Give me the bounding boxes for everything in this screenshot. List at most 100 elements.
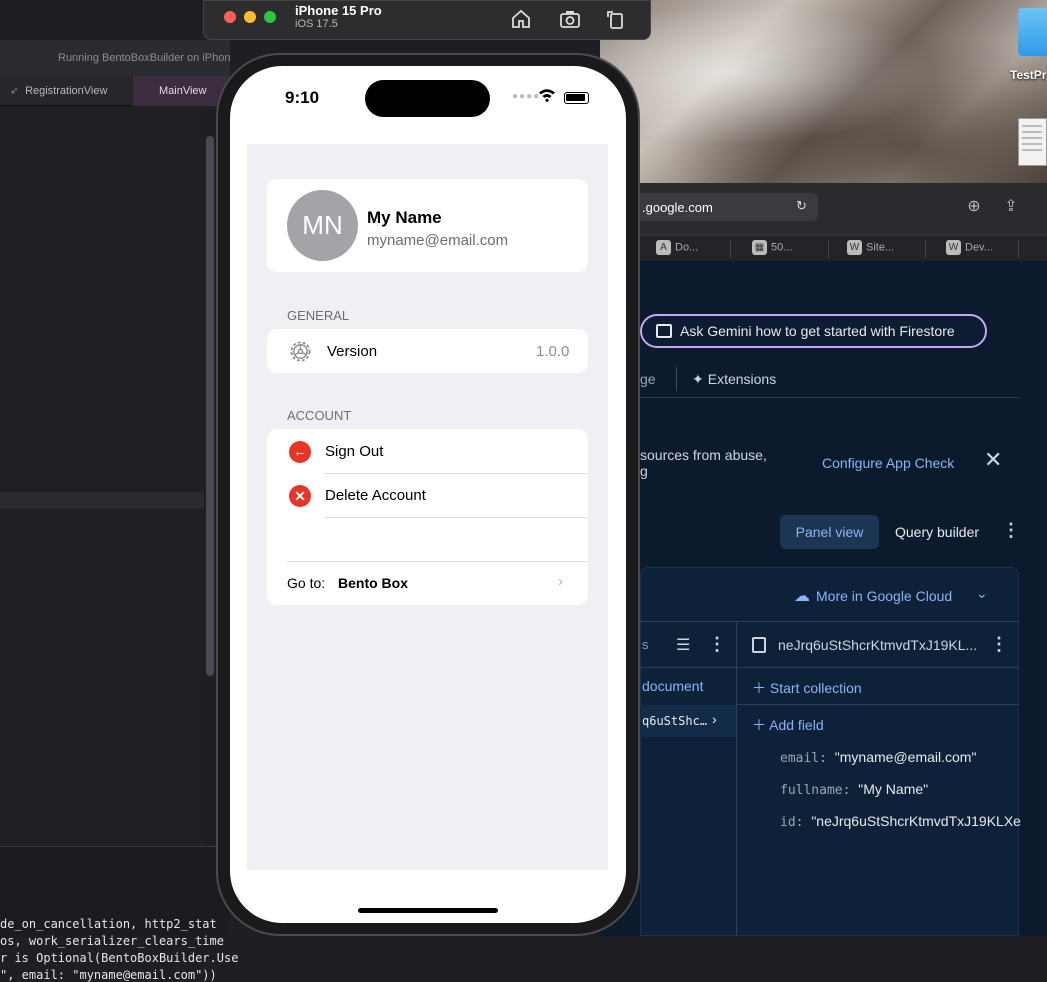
zoom-window-button[interactable]: [264, 11, 276, 23]
screenshot-icon[interactable]: [558, 7, 582, 31]
home-icon[interactable]: [509, 7, 533, 31]
bookmark-item[interactable]: A Do...: [656, 240, 698, 258]
start-collection-button[interactable]: ＋ Start collection: [752, 678, 862, 698]
delete-account-button[interactable]: Delete Account: [325, 487, 426, 504]
add-field-label: Add field: [769, 717, 824, 733]
panel-view-button[interactable]: Panel view: [780, 515, 879, 549]
tab-usage[interactable]: ge: [640, 371, 656, 387]
goto-bento-box-link[interactable]: Bento Box: [338, 575, 408, 591]
share-icon[interactable]: ⇪: [1001, 197, 1021, 217]
wordpress-icon: W: [946, 240, 961, 255]
bookmarks-bar: A Do... ▦ 50... W Site... W Dev...: [600, 235, 1047, 261]
more-options-icon[interactable]: ⋮: [990, 635, 1008, 653]
home-indicator[interactable]: [358, 908, 498, 913]
extensions-icon: ✦: [692, 371, 704, 387]
add-field-button[interactable]: ＋ Add field: [752, 715, 824, 735]
debug-console[interactable]: de_on_cancellation, http2_stat os, work_…: [0, 846, 238, 982]
field-row[interactable]: id: "neJrq6uStShcrKtmvdTxJ19KLXe: [780, 813, 1021, 830]
divider: [325, 517, 588, 518]
start-collection-label: Start collection: [769, 680, 862, 696]
download-icon[interactable]: ⊕: [964, 197, 984, 217]
sign-out-button[interactable]: Sign Out: [325, 443, 383, 460]
query-builder-button[interactable]: Query builder: [895, 524, 979, 540]
gemini-sparkle-icon: [656, 324, 672, 338]
chevron-right-icon[interactable]: ›: [558, 573, 563, 590]
tab-label: RegistrationView: [25, 85, 108, 97]
profile-name: My Name: [367, 208, 442, 227]
collection-column-title: s: [642, 637, 649, 652]
bookmark-item[interactable]: W Site...: [847, 240, 894, 258]
version-label: Version: [327, 343, 378, 360]
console-line: os, work_serializer_clears_time: [0, 934, 224, 948]
close-icon[interactable]: ✕: [984, 449, 1002, 471]
desktop-file-thumbnail[interactable]: [1018, 118, 1047, 166]
more-in-google-cloud-label: More in Google Cloud: [816, 588, 953, 604]
reload-icon[interactable]: ↻: [796, 199, 810, 213]
more-options-icon[interactable]: ⋮: [1002, 521, 1020, 539]
more-in-google-cloud-button[interactable]: ☁ More in Google Cloud: [794, 586, 952, 606]
divider: [640, 667, 1019, 668]
arrow-left-circle-icon[interactable]: ←: [289, 441, 311, 463]
bookmark-label: Dev...: [965, 241, 993, 254]
field-key: fullname: [780, 783, 843, 798]
bookmark-item[interactable]: ▦ 50...: [752, 240, 792, 258]
configure-app-check-link[interactable]: Configure App Check: [822, 455, 954, 471]
more-options-icon[interactable]: ⋮: [708, 635, 726, 653]
wifi-icon: [539, 89, 555, 102]
document-id[interactable]: q6uStShc…: [642, 714, 707, 728]
bookmark-divider: [828, 240, 829, 258]
current-line-highlight: [0, 492, 204, 509]
divider: [640, 621, 1019, 622]
section-header-general: GENERAL: [287, 308, 350, 323]
version-value: 1.0.0: [536, 343, 570, 360]
simulator-toolbar: iPhone 15 Pro iOS 17.5: [203, 0, 651, 40]
console-line: ", email: "myname@email.com")): [0, 968, 217, 982]
minimize-window-button[interactable]: [244, 11, 256, 23]
cloud-icon: ☁: [794, 588, 810, 605]
filter-icon[interactable]: ☰: [676, 635, 690, 655]
battery-icon: [564, 92, 589, 104]
field-row[interactable]: fullname: "My Name": [780, 781, 928, 798]
tab-underline: [640, 397, 1020, 398]
status-bar-time: 9:10: [285, 88, 320, 107]
bookmark-item[interactable]: W Dev...: [946, 240, 993, 258]
chevron-right-icon: ›: [712, 711, 717, 727]
tab-label: MainView: [159, 85, 207, 97]
close-window-button[interactable]: [224, 11, 236, 23]
column-divider: [736, 621, 737, 936]
add-document-button[interactable]: document: [642, 678, 703, 694]
field-key: email: [780, 751, 820, 766]
xcode-tab-bar: ➶ RegistrationView MainView: [0, 76, 233, 106]
browser-toolbar: .google.com ↻ ⊕ ⇪: [600, 183, 1047, 235]
field-colon: :: [842, 783, 859, 798]
plus-icon: ＋: [752, 680, 766, 696]
field-colon: :: [795, 815, 812, 830]
swift-icon: ➶: [10, 86, 19, 97]
plus-icon: ＋: [752, 717, 766, 733]
folder-icon[interactable]: [1018, 8, 1047, 56]
field-row[interactable]: email: "myname@email.com": [780, 749, 976, 766]
document-icon: [752, 637, 766, 653]
bookmark-label: 50...: [771, 241, 793, 254]
ask-gemini-button[interactable]: Ask Gemini how to get started with Fires…: [640, 314, 987, 348]
xcode-window: Running BentoBoxBuilder on iPhone 15 ...…: [0, 40, 238, 982]
tab-label: Extensions: [707, 371, 777, 387]
code-editor[interactable]: [0, 108, 204, 848]
bookmark-label: Site...: [866, 241, 895, 254]
rotate-icon[interactable]: [603, 7, 627, 31]
address-bar[interactable]: .google.com: [630, 193, 818, 221]
editor-scrollbar[interactable]: [206, 136, 214, 676]
chevron-down-icon[interactable]: ⌄: [976, 585, 988, 602]
console-line: de_on_cancellation, http2_stat: [0, 917, 217, 931]
bookmark-divider: [730, 240, 731, 258]
app-check-banner-text: sources from abuse,: [640, 447, 767, 463]
tab-registration-view[interactable]: ➶ RegistrationView: [0, 76, 130, 106]
section-header-account: ACCOUNT: [287, 408, 352, 423]
field-value: "myname@email.com": [834, 749, 977, 765]
x-circle-icon[interactable]: ✕: [289, 485, 311, 507]
url-text: .google.com: [642, 200, 713, 215]
desktop-folder-label[interactable]: TestPr: [1010, 68, 1046, 82]
tab-extensions[interactable]: ✦ Extensions: [692, 371, 776, 388]
goto-label[interactable]: Go to:: [287, 575, 325, 591]
divider: [736, 704, 1019, 705]
